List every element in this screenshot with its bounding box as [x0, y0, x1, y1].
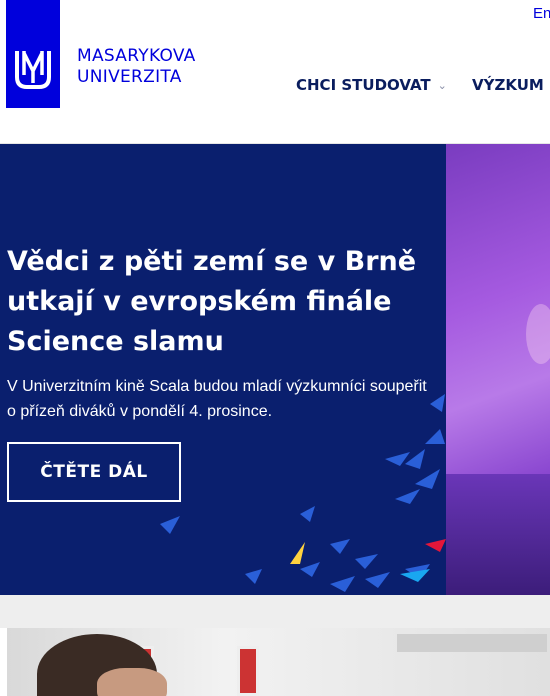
- site-header: En MASARYKOVA UNIVERZITA CHCI STUDOVAT ⌄…: [0, 0, 550, 144]
- nav-item-label: VÝZKUM: [472, 76, 544, 94]
- stage-floor: [446, 474, 550, 595]
- brand-line-1: MASARYKOVA: [77, 46, 196, 66]
- chevron-down-icon: ⌄: [437, 78, 447, 92]
- hero-photo: [446, 144, 550, 595]
- person-face: [97, 668, 167, 696]
- university-logo[interactable]: [6, 0, 60, 108]
- university-name[interactable]: MASARYKOVA UNIVERZITA: [77, 46, 196, 88]
- hero-description: V Univerzitním kině Scala budou mladí vý…: [7, 378, 427, 420]
- wall-picture: [237, 646, 259, 696]
- stage-light: [526, 304, 550, 364]
- hero-headline[interactable]: Vědci z pěti zemí se v Brně utkají v evr…: [7, 242, 427, 362]
- hero-banner: Vědci z pěti zemí se v Brně utkají v evr…: [0, 144, 550, 595]
- nav-item-chci-studovat[interactable]: CHCI STUDOVAT ⌄: [296, 75, 447, 95]
- mu-logo-icon: [15, 51, 51, 89]
- news-photo[interactable]: [7, 628, 550, 696]
- language-switch-link[interactable]: En: [533, 5, 550, 22]
- read-more-button[interactable]: ČTĚTE DÁL: [7, 442, 181, 502]
- brand-line-2: UNIVERZITA: [77, 67, 182, 87]
- nav-item-vyzkum[interactable]: VÝZKUM ⌄: [472, 75, 550, 95]
- nav-item-label: CHCI STUDOVAT: [296, 76, 431, 94]
- photo-detail: [397, 634, 547, 652]
- section-spacer: [0, 595, 550, 628]
